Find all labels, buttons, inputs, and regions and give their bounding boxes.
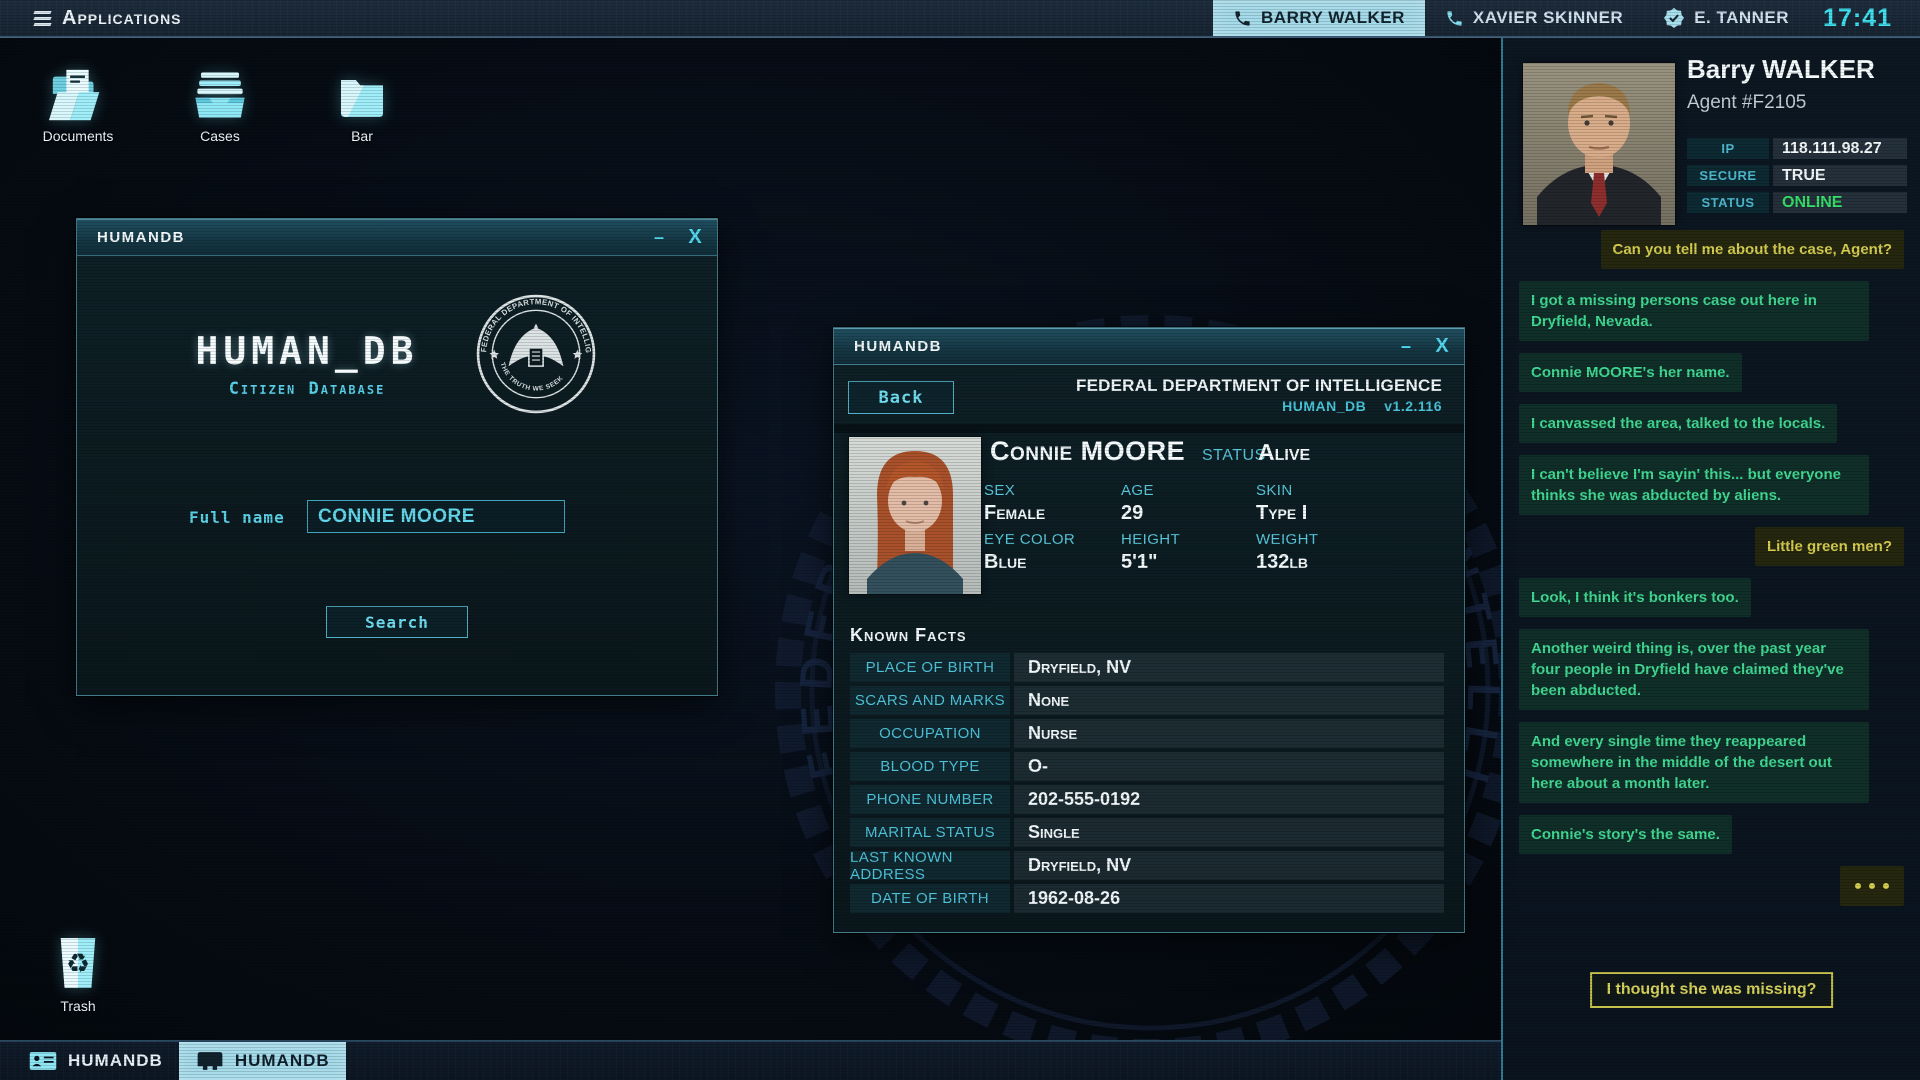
applications-label: Applications <box>62 7 182 30</box>
header-divider <box>834 424 1464 433</box>
contact-tab-e-tanner[interactable]: E. Tanner <box>1643 0 1809 36</box>
table-row: DATE OF BIRTH 1962-08-26 <box>850 884 1444 913</box>
agent-id: Agent #F2105 <box>1687 92 1806 114</box>
id-card-icon <box>28 1049 58 1073</box>
taskbar-item-label: HUMANDB <box>235 1051 330 1071</box>
reply-option-button[interactable]: I thought she was missing? <box>1590 972 1834 1008</box>
status-label: STATUS <box>1202 447 1266 465</box>
chat-bubble-agent: Connie's story's the same. <box>1519 815 1732 854</box>
comms-sidebar: Barry WALKER Agent #F2105 IP 118.111.98.… <box>1501 38 1920 1080</box>
person-name: Connie MOORE <box>990 436 1185 467</box>
search-button[interactable]: Search <box>326 606 468 638</box>
id-card-icon <box>195 1049 225 1073</box>
status-value: Alive <box>1258 439 1310 466</box>
minimize-button[interactable]: – <box>641 219 677 255</box>
chat-bubble-agent: Connie MOORE's her name. <box>1519 353 1742 392</box>
top-bar: Applications Barry Walker Xavier Skinner… <box>0 0 1920 38</box>
window-titlebar[interactable]: HUMANDB – X <box>77 219 717 256</box>
recycle-trash-icon: ♻ <box>38 930 118 992</box>
badge-check-icon <box>1663 7 1685 29</box>
game-screen: FEDERAL DEPARTMENT OF INTELLIGENCE Appli… <box>0 0 1920 1080</box>
taskbar-item-humandb[interactable]: HUMANDB <box>12 1042 179 1080</box>
applications-menu[interactable]: Applications <box>34 0 182 36</box>
window-titlebar[interactable]: HUMANDB – X <box>834 328 1464 365</box>
chat-log: Can you tell me about the case, Agent? I… <box>1519 230 1904 906</box>
agent-name: Barry WALKER <box>1687 54 1875 85</box>
humandb-profile-window: HUMANDB – X Back FEDERAL DEPARTMENT OF I… <box>833 327 1465 933</box>
contact-tab-xavier-skinner[interactable]: Xavier Skinner <box>1425 0 1643 36</box>
attribute-age: AGE 29 <box>1121 482 1261 525</box>
chat-bubble-agent: And every single time they reappeared so… <box>1519 722 1869 803</box>
table-row: PLACE OF BIRTH Dryfield, NV <box>850 653 1444 682</box>
window-title: HUMANDB <box>854 338 942 355</box>
org-name: FEDERAL DEPARTMENT OF INTELLIGENCE <box>1076 376 1442 396</box>
contact-tab-barry-walker[interactable]: Barry Walker <box>1213 0 1425 36</box>
attribute-height: HEIGHT 5'1" <box>1121 531 1261 574</box>
app-title: HUMAN_DB <box>127 329 487 373</box>
chat-bubble-agent: Another weird thing is, over the past ye… <box>1519 629 1869 710</box>
window-title: HUMANDB <box>97 229 185 246</box>
close-button[interactable]: X <box>677 219 713 255</box>
table-row: PHONE NUMBER 202-555-0192 <box>850 785 1444 814</box>
contact-name: E. Tanner <box>1694 8 1789 28</box>
taskbar: HUMANDB HUMANDB <box>0 1040 1501 1080</box>
table-row: LAST KNOWN ADDRESS Dryfield, NV <box>850 851 1444 880</box>
table-row: IP 118.111.98.27 <box>1687 138 1907 159</box>
contact-name: Xavier Skinner <box>1473 8 1623 28</box>
full-name-input[interactable] <box>307 500 565 533</box>
back-button[interactable]: Back <box>848 381 954 414</box>
contact-name: Barry Walker <box>1261 8 1405 28</box>
app-version: v1.2.116 <box>1384 398 1442 414</box>
attribute-skin: SKIN Type I <box>1256 482 1396 525</box>
chat-bubble-agent: I got a missing persons case out here in… <box>1519 281 1869 341</box>
attribute-weight: WEIGHT 132lb <box>1256 531 1396 574</box>
desktop-icon-documents[interactable]: Documents <box>38 60 118 144</box>
known-facts-table: PLACE OF BIRTH Dryfield, NV SCARS AND MA… <box>850 653 1444 917</box>
stacked-cases-tray-icon <box>180 60 260 122</box>
full-name-label: Full name <box>189 508 285 527</box>
table-row: SCARS AND MARKS None <box>850 686 1444 715</box>
fdi-seal: FEDERAL DEPARTMENT OF INTELLIGENCE THE T… <box>475 293 597 415</box>
folder-icon <box>322 60 402 122</box>
close-button[interactable]: X <box>1424 328 1460 364</box>
typing-indicator <box>1840 866 1904 906</box>
chat-bubble-agent: I can't believe I'm sayin' this... but e… <box>1519 455 1869 515</box>
app-subtitle: Citizen Database <box>127 379 487 399</box>
phone-icon <box>1233 9 1252 28</box>
desktop-icon-bar[interactable]: Bar <box>322 60 402 144</box>
chat-bubble-agent: Look, I think it's bonkers too. <box>1519 578 1751 617</box>
chat-bubble-agent: I canvassed the area, talked to the loca… <box>1519 404 1837 443</box>
clock: 17:41 <box>1823 4 1892 33</box>
hamburger-menu-icon <box>34 11 51 26</box>
desktop-icon-label: Documents <box>38 128 118 144</box>
svg-text:♻: ♻ <box>66 949 90 980</box>
app-version-line: HUMAN_DB v1.2.116 <box>1282 398 1442 414</box>
connie-photo <box>848 436 982 595</box>
known-facts-heading: Known Facts <box>850 625 967 646</box>
phone-icon <box>1445 9 1464 28</box>
attribute-eye-color: EYE COLOR Blue <box>984 531 1124 574</box>
table-row: MARITAL STATUS Single <box>850 818 1444 847</box>
attribute-sex: SEX Female <box>984 482 1124 525</box>
humandb-search-window: HUMANDB – X HUMAN_DB Citizen Database FE… <box>76 218 718 696</box>
taskbar-item-humandb-active[interactable]: HUMANDB <box>179 1042 346 1080</box>
contact-tabs: Barry Walker Xavier Skinner E. Tanner <box>1213 0 1809 36</box>
table-row: SECURE TRUE <box>1687 165 1907 186</box>
taskbar-item-label: HUMANDB <box>68 1051 163 1071</box>
minimize-button[interactable]: – <box>1388 328 1424 364</box>
table-row: OCCUPATION Nurse <box>850 719 1444 748</box>
open-folder-documents-icon <box>38 60 118 122</box>
agent-info-table: IP 118.111.98.27 SECURE TRUE STATUS ONLI… <box>1687 138 1907 213</box>
chat-bubble-operator: Can you tell me about the case, Agent? <box>1601 230 1905 269</box>
agent-photo <box>1522 62 1676 226</box>
table-row: STATUS ONLINE <box>1687 192 1907 213</box>
desktop-icon-label: Cases <box>180 128 260 144</box>
desktop-icon-label: Trash <box>38 998 118 1014</box>
table-row: BLOOD TYPE O- <box>850 752 1444 781</box>
app-name: HUMAN_DB <box>1282 398 1366 414</box>
chat-bubble-operator: Little green men? <box>1755 527 1904 566</box>
desktop-icon-trash[interactable]: ♻ Trash <box>38 930 118 1014</box>
desktop-icon-cases[interactable]: Cases <box>180 60 260 144</box>
desktop-icon-label: Bar <box>322 128 402 144</box>
